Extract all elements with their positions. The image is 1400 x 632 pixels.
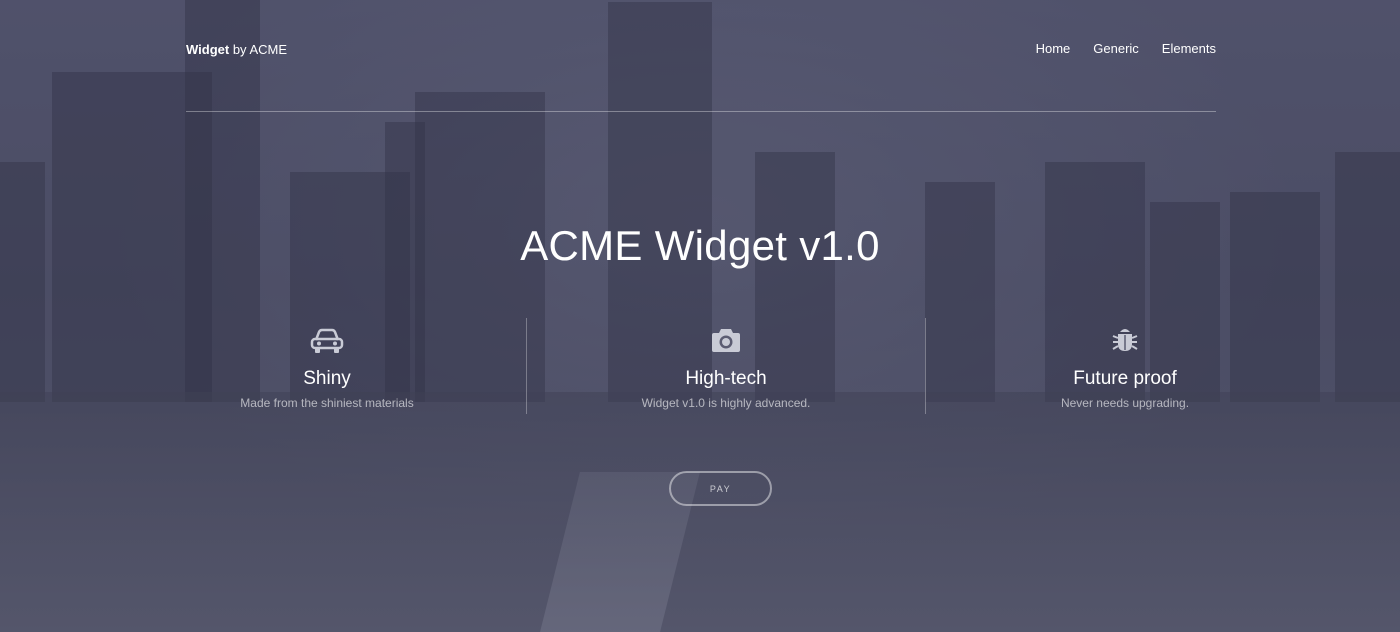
nav-link-home[interactable]: Home bbox=[1036, 41, 1071, 56]
brand-name-bold: Widget bbox=[186, 42, 230, 57]
feature-future-proof: Future proof Never needs upgrading. bbox=[925, 318, 1324, 414]
feature-description: Made from the shiniest materials bbox=[240, 396, 414, 410]
feature-high-tech: High-tech Widget v1.0 is highly advanced… bbox=[526, 318, 925, 414]
camera-icon bbox=[527, 324, 925, 354]
feature-title: Future proof bbox=[1073, 368, 1177, 389]
pay-button[interactable]: PAY bbox=[669, 471, 772, 506]
brand-name-rest: by ACME bbox=[229, 42, 288, 57]
page-title: ACME Widget v1.0 bbox=[520, 222, 880, 269]
feature-description: Never needs upgrading. bbox=[1060, 396, 1190, 410]
feature-shiny: Shiny Made from the shiniest materials bbox=[128, 318, 526, 414]
features-list: Shiny Made from the shiniest materials H… bbox=[128, 318, 1324, 414]
feature-description: Widget v1.0 is highly advanced. bbox=[641, 396, 811, 410]
site-header: Widget by ACME Home Generic Elements bbox=[186, 0, 1216, 112]
car-icon bbox=[128, 324, 526, 354]
nav-link-elements[interactable]: Elements bbox=[1162, 41, 1216, 56]
main-nav: Home Generic Elements bbox=[1036, 41, 1216, 56]
brand-logo[interactable]: Widget by ACME bbox=[186, 42, 287, 57]
bug-icon bbox=[926, 324, 1324, 354]
nav-link-generic[interactable]: Generic bbox=[1093, 41, 1139, 56]
feature-title: Shiny bbox=[303, 368, 351, 389]
feature-title: High-tech bbox=[685, 368, 767, 389]
